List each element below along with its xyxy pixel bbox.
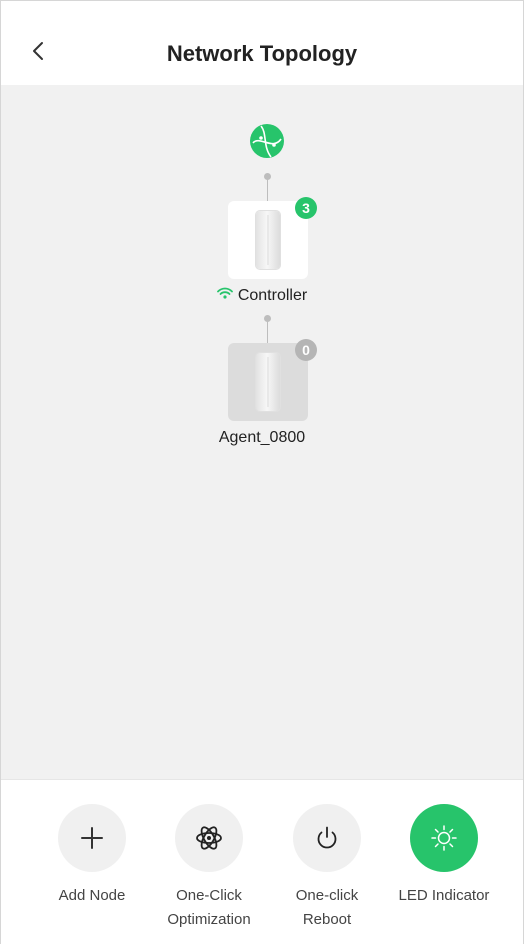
internet-node[interactable] xyxy=(249,123,285,159)
reboot-circle xyxy=(293,804,361,872)
controller-label: Controller xyxy=(1,287,523,305)
led-indicator-label-line1: LED Indicator xyxy=(398,887,490,904)
power-icon xyxy=(317,826,337,849)
add-node-label-line1: Add Node xyxy=(58,887,126,904)
optimization-label-line2: Optimization xyxy=(167,911,251,928)
led-indicator-label: LED Indicator xyxy=(384,884,504,908)
plus-icon xyxy=(81,827,103,849)
led-indicator-circle xyxy=(410,804,478,872)
atom-icon xyxy=(196,826,222,850)
one-click-optimization-button[interactable]: One-Click Optimization xyxy=(149,804,269,932)
optimization-circle xyxy=(175,804,243,872)
optimization-label: One-Click Optimization xyxy=(149,884,269,932)
add-node-button[interactable]: Add Node xyxy=(32,804,152,908)
router-device-image xyxy=(256,211,280,269)
reboot-label: One-click Reboot xyxy=(267,884,387,932)
page-title: Network Topology xyxy=(166,41,358,66)
wifi-icon xyxy=(216,287,233,299)
add-node-label: Add Node xyxy=(32,884,152,908)
one-click-reboot-button[interactable]: One-click Reboot xyxy=(267,804,387,932)
add-node-circle xyxy=(58,804,126,872)
link-line xyxy=(267,177,268,201)
controller-name: Controller xyxy=(237,287,308,304)
reboot-label-line2: Reboot xyxy=(302,911,352,928)
agent-client-count-badge: 0 xyxy=(295,339,317,361)
reboot-label-line1: One-click xyxy=(295,887,359,904)
bottom-toolbar: Add Node One-Click Optimization One-clic… xyxy=(1,779,523,944)
sun-icon xyxy=(431,825,457,851)
optimization-label-line1: One-Click xyxy=(176,887,242,904)
agent-label: Agent_0800 xyxy=(218,429,306,446)
link-line xyxy=(267,319,268,343)
controller-client-count-badge: 3 xyxy=(295,197,317,219)
app-frame: Network Topology 3 Controller 0 Agent_08… xyxy=(0,0,524,944)
led-indicator-button[interactable]: LED Indicator xyxy=(384,804,504,908)
globe-icon xyxy=(250,124,284,158)
header: Network Topology xyxy=(1,1,523,85)
router-device-image xyxy=(256,353,280,411)
